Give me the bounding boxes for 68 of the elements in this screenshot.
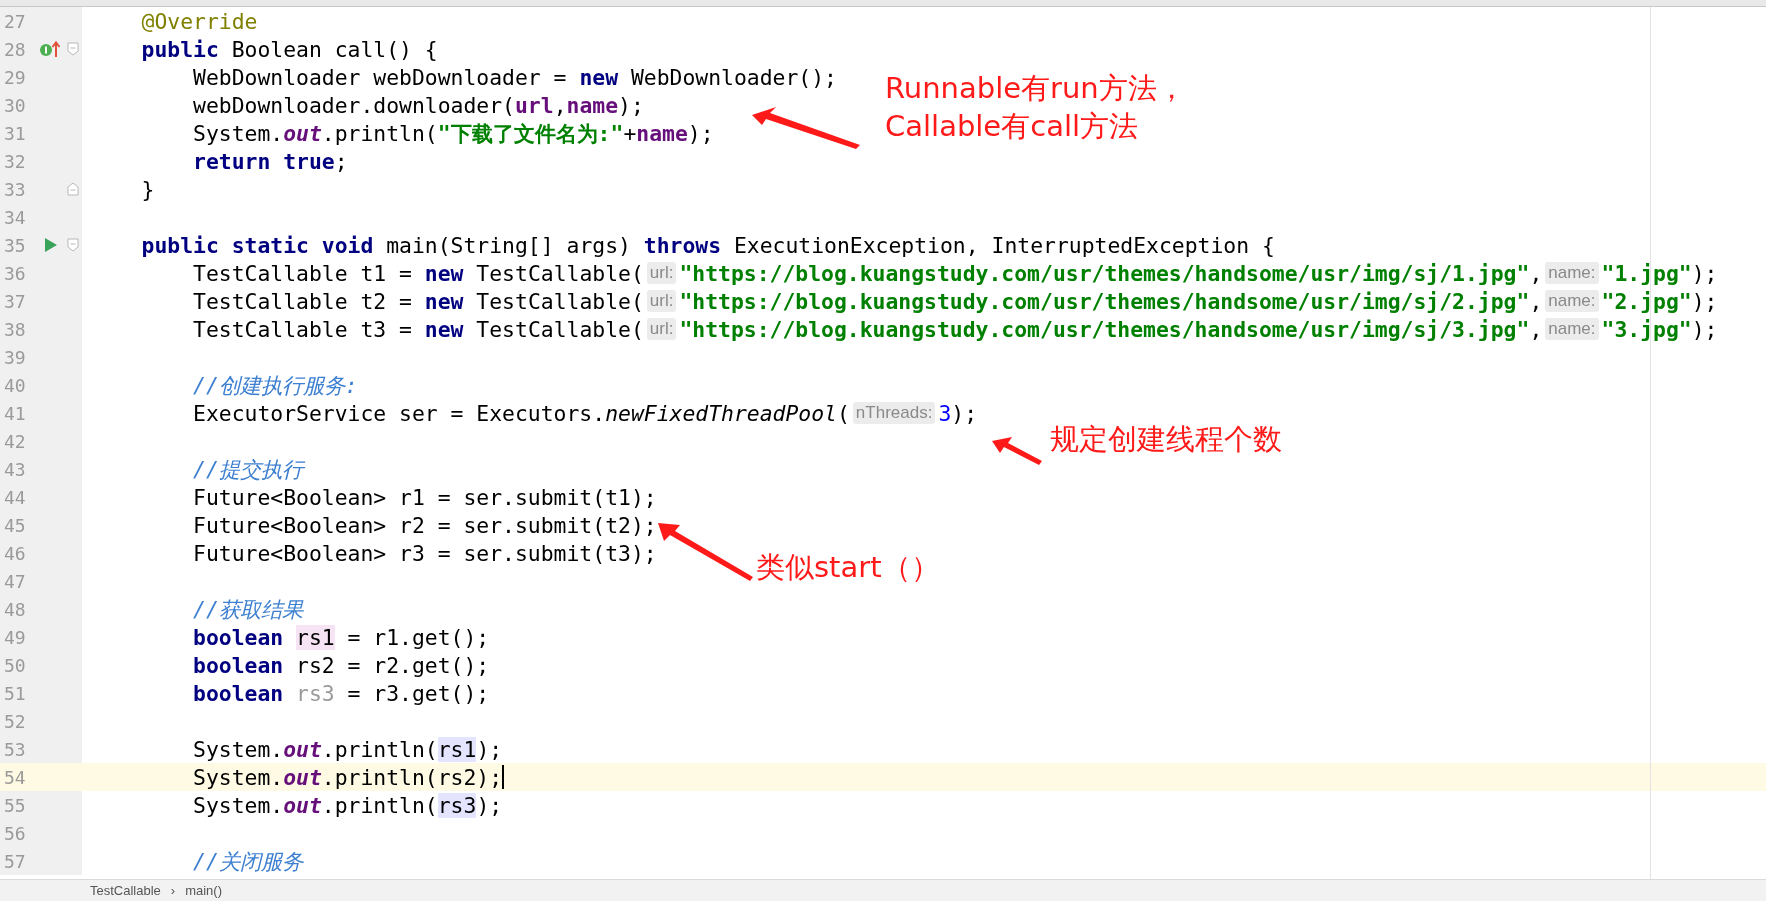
breadcrumb-item[interactable]: TestCallable — [90, 883, 161, 898]
code-line: ExecutorService ser = Executors.newFixedThreadPool( nThreads: 3); — [192, 399, 978, 427]
line-number: 44 — [3, 486, 27, 508]
line-number: 47 — [3, 570, 27, 592]
line-number: 45 — [3, 514, 27, 536]
implements-icon[interactable] — [38, 40, 63, 58]
annotation-note: 规定创建线程个数 — [1050, 421, 1282, 458]
line-number: 51 — [3, 682, 27, 704]
code-line: System.out.println("下载了文件名为:"+name); — [192, 119, 714, 147]
breadcrumb-item[interactable]: › — [170, 883, 176, 898]
line-number: 32 — [3, 150, 27, 172]
line-number: 41 — [3, 402, 27, 424]
line-number: 33 — [3, 178, 27, 200]
code-line: Future<Boolean> r3 = ser.submit(t3); — [192, 539, 657, 567]
arrow — [992, 437, 1042, 465]
line-number: 34 — [3, 206, 27, 228]
line-number: 54 — [3, 766, 27, 788]
line-number: 50 — [3, 654, 27, 676]
line-number: 31 — [3, 122, 27, 144]
fold-icon[interactable] — [66, 238, 79, 252]
breadcrumb-item[interactable]: main() — [185, 883, 222, 898]
line-number: 37 — [3, 290, 27, 312]
line-number: 49 — [3, 626, 27, 648]
line-number: 56 — [3, 822, 27, 844]
code-line: WebDownloader webDownloader = new WebDownloader(); — [192, 63, 837, 91]
code-line: boolean rs2 = r2.get(); — [192, 651, 490, 679]
line-number: 28 — [3, 38, 27, 60]
code-line: return true; — [192, 147, 348, 175]
code-line: //关闭服务 — [192, 847, 303, 875]
code-line: @Override — [140, 7, 258, 35]
annotation-note: Runnable有run方法， Callable有call方法 — [885, 70, 1186, 145]
code-line: Future<Boolean> r1 = ser.submit(t1); — [192, 483, 657, 511]
line-number: 39 — [3, 346, 27, 368]
line-number: 36 — [3, 262, 27, 284]
line-number: 27 — [3, 10, 27, 32]
code-line: //获取结果 — [192, 595, 303, 623]
fold-icon[interactable] — [66, 182, 79, 196]
run-icon[interactable] — [43, 237, 58, 253]
line-number: 42 — [3, 430, 27, 452]
code-line: //提交执行 — [192, 455, 303, 483]
annotation-note: 类似start（） — [756, 549, 940, 586]
line-number: 30 — [3, 94, 27, 116]
code-line: System.out.println(rs3); — [192, 791, 503, 819]
code-line: Future<Boolean> r2 = ser.submit(t2); — [192, 511, 657, 539]
code-line: TestCallable t3 = new TestCallable( url: "https://blog.kuangstudy.com/usr/themes/handsome/usr/img/sj/3.jpg", name: "3.jpg"); — [192, 315, 1718, 343]
code-line: TestCallable t1 = new TestCallable( url: "https://blog.kuangstudy.com/usr/themes/handsome/usr/img/sj/1.jpg", name: "1.jpg"); — [192, 259, 1718, 287]
line-number: 48 — [3, 598, 27, 620]
line-number: 52 — [3, 710, 27, 732]
code-line: TestCallable t2 = new TestCallable( url: "https://blog.kuangstudy.com/usr/themes/handsome/usr/img/sj/2.jpg", name: "2.jpg"); — [192, 287, 1718, 315]
line-number: 35 — [3, 234, 27, 256]
code-line: boolean rs1 = r1.get(); — [192, 623, 490, 651]
line-number: 38 — [3, 318, 27, 340]
code-line: public Boolean call() { — [140, 35, 438, 63]
code-line: } — [140, 175, 155, 203]
code-line: public static void main(String[] args) throws ExecutionException, InterruptedException { — [140, 231, 1275, 259]
code-line: System.out.println(rs2); — [192, 763, 505, 791]
line-number: 46 — [3, 542, 27, 564]
line-number: 43 — [3, 458, 27, 480]
code-line: System.out.println(rs1); — [192, 735, 503, 763]
code-line: boolean rs3 = r3.get(); — [192, 679, 490, 707]
code-line: webDownloader.downloader(url,name); — [192, 91, 644, 119]
fold-icon[interactable] — [66, 42, 79, 56]
line-number: 55 — [3, 794, 27, 816]
line-number: 40 — [3, 374, 27, 396]
line-number: 53 — [3, 738, 27, 760]
code-line: //创建执行服务: — [192, 371, 358, 399]
line-number: 57 — [3, 850, 27, 872]
line-number: 29 — [3, 66, 27, 88]
